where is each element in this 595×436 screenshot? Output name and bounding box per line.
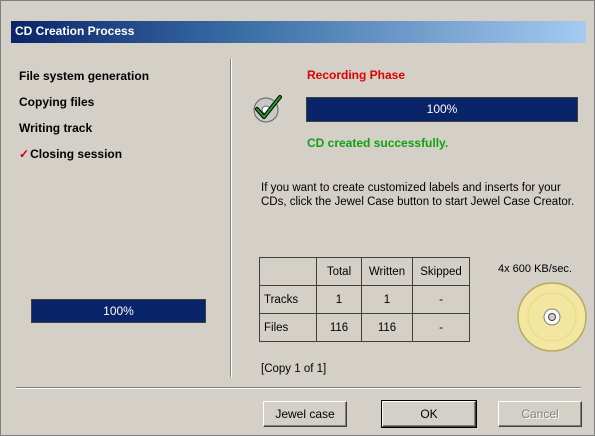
table-cell: 116 bbox=[361, 313, 413, 342]
step-item: Writing track bbox=[19, 119, 219, 145]
phase-progress-text: 100% bbox=[426, 102, 458, 116]
cd-creation-dialog: CD Creation Process File system generati… bbox=[0, 0, 595, 436]
table-cell: 1 bbox=[361, 285, 413, 314]
step-item-current: ✓Closing session bbox=[19, 145, 219, 171]
title-bar[interactable]: CD Creation Process bbox=[11, 21, 586, 43]
check-mark-icon: ✓ bbox=[19, 147, 30, 161]
step-label: Closing session bbox=[30, 147, 123, 161]
table-cell: Files bbox=[259, 313, 317, 342]
step-label: File system generation bbox=[19, 69, 150, 83]
overall-progress-bar: 100% bbox=[31, 299, 206, 323]
stats-table: Total Written Skipped Tracks 1 1 - Files… bbox=[259, 257, 470, 342]
cd-disc-icon bbox=[517, 282, 587, 352]
table-row: Tracks 1 1 - bbox=[259, 285, 470, 314]
table-cell: - bbox=[412, 285, 470, 314]
phase-title: Recording Phase bbox=[307, 68, 406, 82]
phase-progress-bar: 100% bbox=[306, 97, 578, 122]
table-cell: 1 bbox=[316, 285, 362, 314]
write-speed: 4x 600 KB/sec. bbox=[498, 263, 572, 275]
table-cell: - bbox=[412, 313, 470, 342]
overall-progress-text: 100% bbox=[103, 304, 134, 318]
horizontal-divider bbox=[16, 387, 581, 389]
table-header-cell: Total bbox=[316, 257, 362, 286]
table-header-cell: Skipped bbox=[412, 257, 470, 286]
info-text: If you want to create customized labels … bbox=[261, 182, 575, 208]
ok-button[interactable]: OK bbox=[381, 400, 477, 428]
table-cell: 116 bbox=[316, 313, 362, 342]
table-header-cell bbox=[259, 257, 317, 286]
vertical-divider bbox=[230, 59, 232, 377]
window-title: CD Creation Process bbox=[15, 24, 135, 38]
cancel-button[interactable]: Cancel bbox=[498, 401, 582, 427]
table-header-row: Total Written Skipped bbox=[259, 257, 470, 286]
step-label: Copying files bbox=[19, 95, 95, 109]
step-item: File system generation bbox=[19, 67, 219, 93]
step-label: Writing track bbox=[19, 121, 93, 135]
step-list: File system generation Copying files Wri… bbox=[19, 67, 219, 171]
jewel-case-button[interactable]: Jewel case bbox=[263, 401, 347, 427]
copy-status: [Copy 1 of 1] bbox=[261, 363, 327, 375]
table-header-cell: Written bbox=[361, 257, 413, 286]
table-cell: Tracks bbox=[259, 285, 317, 314]
table-row: Files 116 116 - bbox=[259, 313, 470, 342]
status-message: CD created successfully. bbox=[307, 136, 449, 150]
cd-check-icon bbox=[253, 95, 282, 123]
step-item: Copying files bbox=[19, 93, 219, 119]
